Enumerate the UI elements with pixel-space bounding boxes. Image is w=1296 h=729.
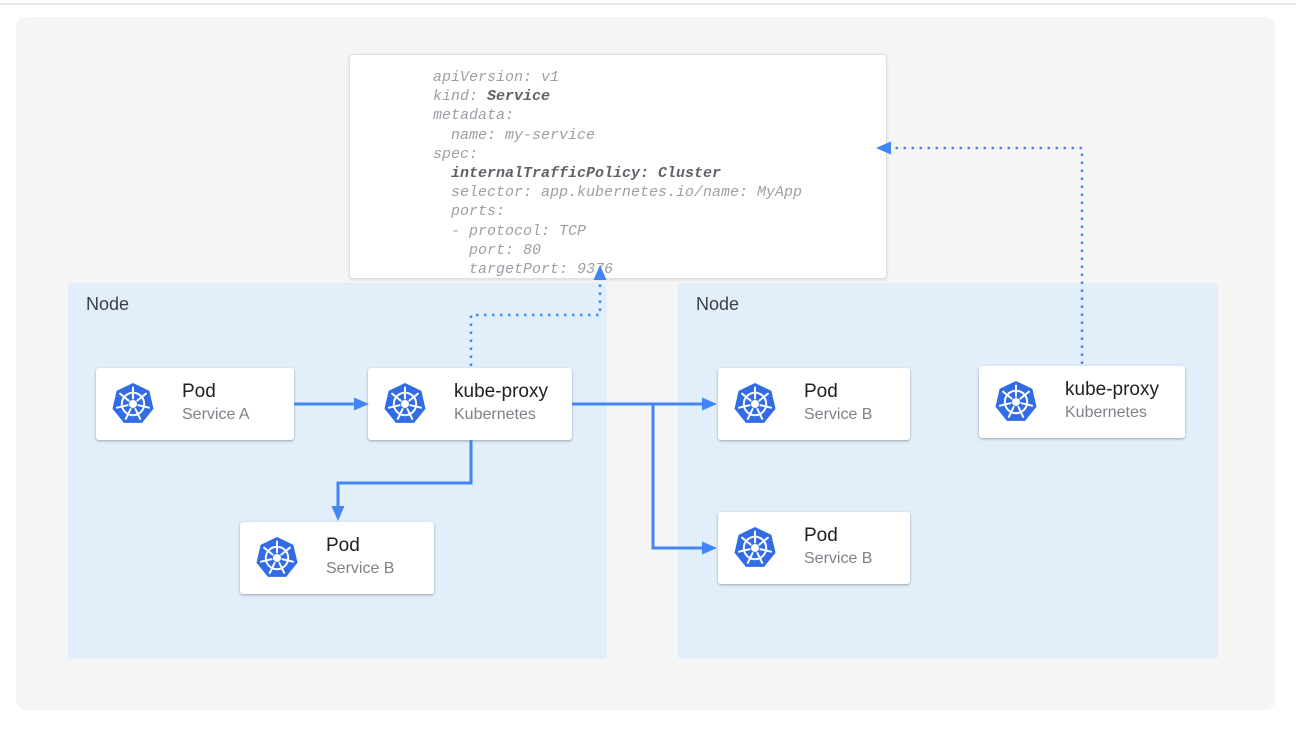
- card-title: Pod: [804, 524, 872, 547]
- card-subtitle: Service B: [326, 557, 394, 580]
- kubernetes-icon: [994, 380, 1038, 424]
- kubernetes-icon: [733, 526, 777, 570]
- node-right: Node: [678, 283, 1218, 659]
- node-right-label: Node: [696, 294, 739, 315]
- node-left-label: Node: [86, 294, 129, 315]
- service-yaml-card: apiVersion: v1 kind: Service metadata: n…: [349, 54, 887, 279]
- card-title: kube-proxy: [454, 380, 548, 403]
- top-divider: [0, 3, 1296, 5]
- card-pod-service-b-left: Pod Service B: [240, 522, 434, 594]
- card-kube-proxy-right: kube-proxy Kubernetes: [979, 366, 1185, 438]
- card-title: kube-proxy: [1065, 378, 1159, 401]
- card-title: Pod: [326, 534, 394, 557]
- card-pod-service-a: Pod Service A: [96, 368, 294, 440]
- kubernetes-icon: [733, 382, 777, 426]
- kubernetes-icon: [383, 382, 427, 426]
- card-title: Pod: [182, 380, 250, 403]
- card-subtitle: Kubernetes: [1065, 401, 1159, 424]
- kubernetes-icon: [255, 536, 299, 580]
- card-kube-proxy-left: kube-proxy Kubernetes: [368, 368, 572, 440]
- card-subtitle: Service A: [182, 403, 250, 426]
- card-subtitle: Service B: [804, 547, 872, 570]
- diagram-panel: apiVersion: v1 kind: Service metadata: n…: [16, 17, 1275, 710]
- service-yaml-code: apiVersion: v1 kind: Service metadata: n…: [350, 55, 886, 279]
- card-pod-service-b-right-2: Pod Service B: [718, 512, 910, 584]
- card-pod-service-b-right-1: Pod Service B: [718, 368, 910, 440]
- card-subtitle: Service B: [804, 403, 872, 426]
- kubernetes-icon: [111, 382, 155, 426]
- node-left: Node: [68, 283, 607, 659]
- card-title: Pod: [804, 380, 872, 403]
- card-subtitle: Kubernetes: [454, 403, 548, 426]
